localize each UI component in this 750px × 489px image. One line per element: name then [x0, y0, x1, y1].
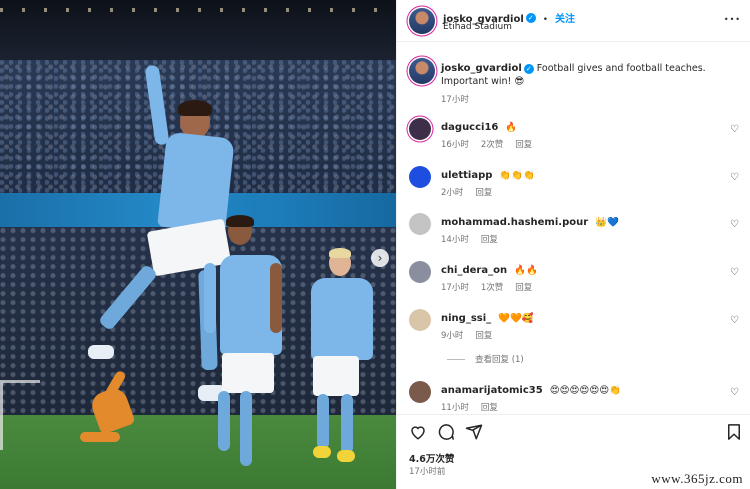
comment-meta: 11小时 回复	[441, 401, 510, 413]
view-replies-button[interactable]: 查看回复 (1)	[447, 353, 524, 365]
heart-icon[interactable]: ♡	[730, 267, 739, 278]
comment-content: mohammad.hashemi.pour 👑💙	[441, 217, 619, 228]
more-icon[interactable]: •••	[724, 15, 741, 24]
comment-item: mohammad.hashemi.pour 👑💙 14小时 回复 ♡	[409, 213, 739, 249]
heart-icon[interactable]: ♡	[730, 124, 739, 135]
heart-icon[interactable]: ♡	[730, 172, 739, 183]
comment-username[interactable]: ulettiapp	[441, 170, 492, 181]
reply-button[interactable]: 回复	[481, 403, 498, 413]
post-header: josko_gvardiol ✓ • 关注 Etihad Stadium •••	[397, 0, 750, 42]
heart-icon[interactable]: ♡	[730, 219, 739, 230]
caption-time: 17小时	[441, 95, 469, 105]
reply-button[interactable]: 回复	[475, 331, 492, 341]
comment-time: 9小时	[441, 331, 464, 341]
goal-post	[0, 380, 40, 450]
comment-content: ning_ssi_ 🧡🧡🥰	[441, 313, 534, 324]
post-photo[interactable]: ›	[0, 0, 396, 489]
comment-username[interactable]: mohammad.hashemi.pour	[441, 217, 588, 228]
comment-content: ulettiapp 👏👏👏	[441, 170, 535, 181]
comment-username[interactable]: ning_ssi_	[441, 313, 491, 324]
share-icon[interactable]	[465, 423, 483, 441]
commenter-avatar[interactable]	[409, 166, 431, 188]
commenter-avatar[interactable]	[409, 381, 431, 403]
location-link[interactable]: Etihad Stadium	[443, 22, 512, 32]
verified-icon: ✓	[523, 63, 534, 74]
comment-meta: 17小时 1次赞 回复	[441, 281, 544, 293]
reply-button[interactable]: 回复	[481, 235, 498, 245]
comment-time: 14小时	[441, 235, 469, 245]
comment-username[interactable]: anamarijatomic35	[441, 385, 543, 396]
comment-meta: 9小时 回复	[441, 329, 504, 341]
caption-username[interactable]: josko_gvardiol	[441, 63, 522, 74]
comment-time: 2小时	[441, 188, 464, 198]
comment-item: ning_ssi_ 🧡🧡🥰 9小时 回复 ♡	[409, 309, 739, 345]
caption-text-block: josko_gvardiol ✓ Football gives and footb…	[441, 62, 733, 88]
post-time: 17小时前	[409, 467, 446, 477]
commenter-avatar[interactable]	[409, 118, 431, 140]
author-avatar[interactable]	[409, 8, 435, 34]
comment-text: 🧡🧡🥰	[498, 313, 534, 324]
commenter-avatar[interactable]	[409, 261, 431, 283]
comment-time: 17小时	[441, 283, 469, 293]
reply-button[interactable]: 回复	[475, 188, 492, 198]
comment-text: 😍😍😍😍😍😍👏	[549, 385, 621, 396]
comment-likes[interactable]: 1次赞	[481, 283, 503, 293]
reply-button[interactable]: 回复	[515, 140, 532, 150]
heart-icon[interactable]: ♡	[730, 315, 739, 326]
separator-dot: •	[542, 15, 548, 25]
comment-text: 👏👏👏	[499, 170, 535, 181]
post-detail-panel: josko_gvardiol ✓ • 关注 Etihad Stadium ••• …	[396, 0, 750, 489]
commenter-avatar[interactable]	[409, 213, 431, 235]
heart-icon[interactable]	[409, 423, 427, 441]
comment-time: 16小时	[441, 140, 469, 150]
player-haaland	[295, 248, 385, 480]
follow-button[interactable]: 关注	[555, 14, 575, 25]
comment-text: 👑💙	[595, 217, 619, 228]
bookmark-icon[interactable]	[725, 423, 743, 441]
player-goalkeeper	[80, 369, 150, 460]
action-bar: 4.6万次赞 17小时前 www.365jz.com	[397, 414, 750, 489]
comment-text: 🔥	[505, 122, 518, 133]
comment-item: chi_dera_on 🔥🔥 17小时 1次赞 回复 ♡	[409, 261, 739, 297]
likes-count[interactable]: 4.6万次赞	[409, 451, 454, 465]
comment-content: chi_dera_on 🔥🔥	[441, 265, 538, 276]
comment-meta: 14小时 回复	[441, 233, 510, 245]
commenter-avatar[interactable]	[409, 309, 431, 331]
comment-meta: 16小时 2次赞 回复	[441, 138, 544, 150]
comment-text: 🔥🔥	[514, 265, 538, 276]
comment-content: dagucci16 🔥	[441, 122, 517, 133]
player-teammate	[200, 215, 300, 485]
comment-item: anamarijatomic35 😍😍😍😍😍😍👏 11小时 回复 ♡	[409, 381, 739, 417]
verified-icon: ✓	[525, 12, 536, 23]
comment-username[interactable]: chi_dera_on	[441, 265, 507, 276]
reply-button[interactable]: 回复	[515, 283, 532, 293]
author-avatar[interactable]	[409, 58, 435, 84]
comment-username[interactable]: dagucci16	[441, 122, 498, 133]
comment-item: dagucci16 🔥 16小时 2次赞 回复 ♡	[409, 118, 739, 154]
comment-item: ulettiapp 👏👏👏 2小时 回复 ♡	[409, 166, 739, 202]
comment-time: 11小时	[441, 403, 469, 413]
heart-icon[interactable]: ♡	[730, 387, 739, 398]
watermark: www.365jz.com	[651, 471, 743, 486]
comment-meta: 2小时 回复	[441, 186, 504, 198]
comment-icon[interactable]	[437, 423, 455, 441]
comment-likes[interactable]: 2次赞	[481, 140, 503, 150]
comment-content: anamarijatomic35 😍😍😍😍😍😍👏	[441, 385, 621, 396]
chevron-right-icon[interactable]: ›	[371, 249, 389, 267]
